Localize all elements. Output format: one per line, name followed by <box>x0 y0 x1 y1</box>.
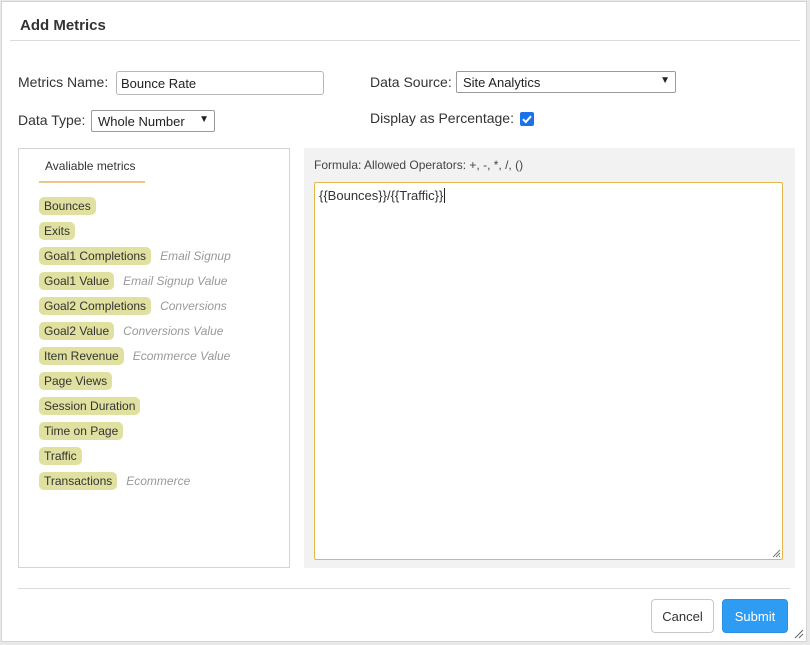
metric-alias: Email Signup Value <box>123 274 228 288</box>
footer-divider <box>18 588 790 589</box>
metric-alias: Conversions <box>160 299 227 313</box>
data-type-label: Data Type: <box>18 112 86 128</box>
list-item: Page Views <box>39 372 113 390</box>
metric-chip[interactable]: Goal1 Completions <box>39 247 152 265</box>
metric-chip[interactable]: Goal1 Value <box>39 272 115 290</box>
list-item: Session Duration <box>39 397 141 415</box>
list-item: Item Revenue Ecommerce Value <box>39 347 230 365</box>
checkmark-icon <box>522 115 532 124</box>
data-source-value: Site Analytics <box>463 75 541 90</box>
metric-chip[interactable]: Time on Page <box>39 422 124 440</box>
dropdown-arrow-icon: ▼ <box>199 114 209 125</box>
metric-alias: Email Signup <box>160 249 231 263</box>
metric-chip[interactable]: Page Views <box>39 372 113 390</box>
metric-chip[interactable]: Transactions <box>39 472 118 490</box>
data-source-select[interactable]: Site Analytics ▼ <box>456 71 676 93</box>
metric-alias: Ecommerce <box>126 474 191 488</box>
list-item: Bounces <box>39 197 96 215</box>
metric-chip[interactable]: Bounces <box>39 197 96 215</box>
formula-textarea[interactable]: {{Bounces}}/{{Traffic}} <box>314 182 783 560</box>
list-item: Transactions Ecommerce <box>39 472 190 490</box>
metric-alias: Conversions Value <box>123 324 224 338</box>
list-item: Goal1 Completions Email Signup <box>39 247 231 265</box>
dialog-title: Add Metrics <box>20 17 106 34</box>
metrics-name-input[interactable] <box>116 71 324 95</box>
metric-chip[interactable]: Traffic <box>39 447 82 465</box>
data-type-select[interactable]: Whole Number ▼ <box>91 110 215 132</box>
resize-grip-icon[interactable] <box>771 548 781 558</box>
text-caret <box>444 188 446 203</box>
metric-chip[interactable]: Goal2 Value <box>39 322 115 340</box>
list-item: Goal1 Value Email Signup Value <box>39 272 227 290</box>
metric-chip[interactable]: Item Revenue <box>39 347 124 365</box>
metrics-name-label: Metrics Name: <box>18 74 109 90</box>
tab-available-metrics[interactable]: Avaliable metrics <box>39 158 145 183</box>
add-metrics-dialog: Add Metrics Metrics Name: Data Source: S… <box>1 1 807 642</box>
list-item: Time on Page <box>39 422 124 440</box>
data-source-label: Data Source: <box>370 74 452 90</box>
metric-alias: Ecommerce Value <box>132 349 231 363</box>
formula-caption: Formula: Allowed Operators: +, -, *, /, … <box>314 158 524 172</box>
list-item: Traffic <box>39 447 82 465</box>
data-type-value: Whole Number <box>98 114 185 129</box>
submit-button[interactable]: Submit <box>722 599 788 633</box>
dropdown-arrow-icon: ▼ <box>660 75 670 86</box>
list-item: Goal2 Value Conversions Value <box>39 322 223 340</box>
cancel-button[interactable]: Cancel <box>651 599 714 633</box>
title-divider <box>10 40 800 41</box>
display-percentage-checkbox[interactable] <box>520 112 534 126</box>
metric-chip[interactable]: Goal2 Completions <box>39 297 152 315</box>
list-item: Exits <box>39 222 76 240</box>
metric-chip[interactable]: Exits <box>39 222 76 240</box>
available-metrics-panel: Avaliable metrics Bounces Exits Goal1 Comp… <box>18 148 290 568</box>
list-item: Goal2 Completions Conversions <box>39 297 227 315</box>
display-percentage-label: Display as Percentage: <box>370 110 514 126</box>
formula-text: {{Bounces}}/{{Traffic}} <box>319 188 444 203</box>
metric-chip[interactable]: Session Duration <box>39 397 141 415</box>
formula-panel: Formula: Allowed Operators: +, -, *, /, … <box>304 148 795 568</box>
dialog-resize-grip-icon[interactable] <box>792 627 804 639</box>
